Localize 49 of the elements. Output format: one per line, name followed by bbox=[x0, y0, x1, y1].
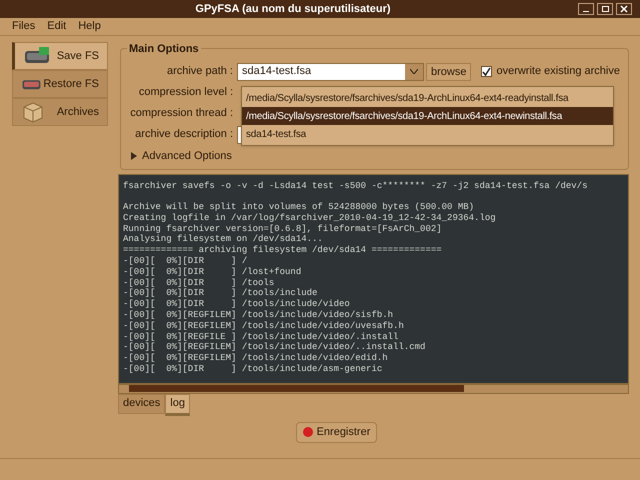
log-line: -[00][ 0%][REGFILEM] /tools/include/video/..install.cmd bbox=[123, 342, 426, 354]
dropdown-option[interactable]: /media/Scylla/sysrestore/fsarchives/sda19-ArchLinux64-ext4-newinstall.fsa bbox=[242, 107, 613, 125]
record-button[interactable]: Enregistrer bbox=[296, 422, 378, 442]
log-line: -[00][ 0%][REGFILEM] /tools/include/video/uvesafb.h bbox=[123, 320, 405, 332]
log-line: -[00][ 0%][DIR ] /tools bbox=[123, 278, 276, 288]
checkbox[interactable] bbox=[481, 66, 492, 77]
maximize-icon[interactable] bbox=[597, 3, 613, 15]
horizontal-scrollbar[interactable] bbox=[118, 384, 629, 394]
dropdown-option[interactable]: /media/Scylla/sysrestore/fsarchives/sda19-ArchLinux64-ext4-readyinstall.fsa bbox=[242, 89, 613, 107]
sidebar-item[interactable]: Archives bbox=[12, 98, 108, 126]
window-title: GPyFSA (au nom du superutilisateur) bbox=[194, 2, 392, 17]
log-line: -[00][ 0%][REGFILE ] /tools/include/video/.install bbox=[123, 332, 400, 342]
field-label: compression level : bbox=[138, 85, 234, 100]
field-label: compression thread : bbox=[129, 106, 234, 122]
scrollbar-thumb[interactable] bbox=[129, 385, 464, 392]
log-line: Archive will be split into volumes of 524288000 bytes (500.00 MB) bbox=[123, 202, 476, 213]
menu-item[interactable]: Help bbox=[78, 18, 101, 35]
box-icon bbox=[21, 101, 45, 123]
log-line: -[00][ 0%][DIR ] /tools/include bbox=[123, 288, 318, 300]
field-label: archive description : bbox=[134, 127, 234, 142]
log-line: -[00][ 0%][REGFILEM] /tools/include/video/edid.h bbox=[123, 353, 389, 364]
menu-item[interactable]: Files bbox=[12, 18, 36, 35]
archive-path-combo[interactable]: sda14-test.fsa bbox=[237, 62, 424, 80]
group-title: Main Options bbox=[127, 41, 201, 58]
advanced-options-expander[interactable]: Advanced Options bbox=[142, 148, 232, 164]
tab[interactable]: log bbox=[165, 394, 190, 416]
log-line: -[00][ 0%][DIR ] /tools/include/asm-generic bbox=[123, 364, 384, 375]
log-line: Running fsarchiver version=[0.6.8], fileformat=[FsArCh_002] bbox=[123, 224, 443, 234]
log-line: -[00][ 0%][DIR ] /lost+found bbox=[123, 266, 302, 278]
log-line: ============= archiving filesystem /dev/sda14 ============= bbox=[123, 245, 443, 256]
overwrite-checkbox[interactable]: overwrite existing archive bbox=[481, 63, 620, 80]
log-line: Analysing filesystem on /dev/sda14... bbox=[123, 234, 324, 246]
menu-item[interactable]: Edit bbox=[47, 18, 66, 35]
browse-button[interactable]: browse bbox=[426, 62, 472, 80]
log-line: fsarchiver savefs -o -v -d -Lsda14 test -s500 -c******** -z7 -j2 sda14-test.fsa /dev/s bbox=[123, 180, 588, 192]
close-icon[interactable] bbox=[616, 3, 632, 15]
tab[interactable]: devices bbox=[118, 394, 166, 414]
dropdown-caret-icon[interactable] bbox=[405, 64, 423, 80]
expander-arrow-icon[interactable] bbox=[131, 152, 137, 160]
log-line: Creating logfile in /var/log/fsarchiver_2010-04-19_12-42-34_29364.log bbox=[123, 212, 497, 224]
dropdown-option[interactable]: sda14-test.fsa bbox=[242, 125, 613, 143]
field-label: archive path : bbox=[166, 64, 234, 80]
sidebar-item[interactable]: Restore FS bbox=[12, 70, 108, 98]
log-line: -[00][ 0%][REGFILEM] /tools/include/video/sisfb.h bbox=[123, 310, 394, 321]
log-line: -[00][ 0%][DIR ] /tools/include/video bbox=[123, 299, 351, 310]
log-line: -[00][ 0%][DIR ] / bbox=[123, 256, 248, 267]
minimize-icon[interactable] bbox=[578, 3, 594, 15]
sidebar-item[interactable]: Save FS bbox=[12, 42, 108, 70]
record-icon bbox=[302, 427, 313, 437]
